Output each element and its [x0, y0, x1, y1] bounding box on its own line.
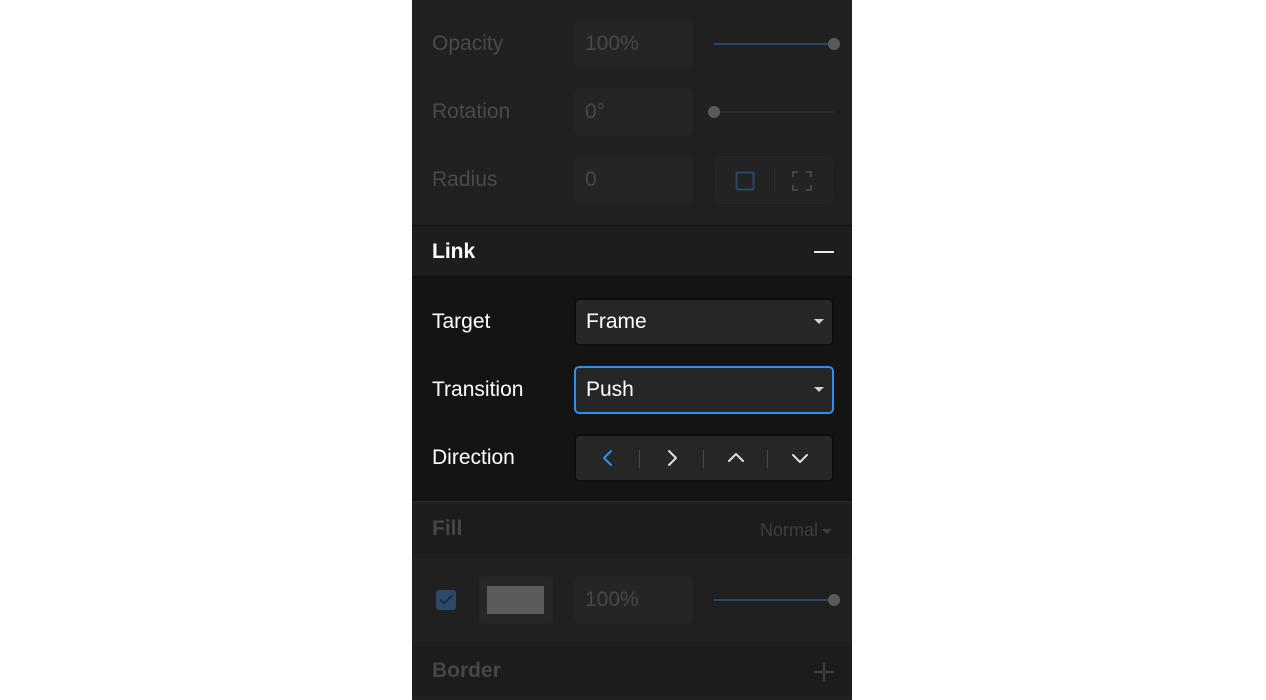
opacity-input[interactable]: 100%	[575, 20, 693, 68]
checkmark-icon	[439, 594, 453, 605]
opacity-row: Opacity 100%	[412, 20, 852, 68]
radius-value: 0	[585, 168, 597, 191]
direction-segmented-control	[574, 434, 834, 482]
target-row: Target Frame	[412, 298, 852, 346]
individual-corners-icon[interactable]	[790, 169, 814, 193]
radius-row: Radius 0	[412, 156, 852, 204]
transition-row: Transition Push	[412, 366, 852, 414]
radius-label: Radius	[432, 168, 498, 191]
border-section-header[interactable]: Border	[412, 646, 852, 696]
target-select-value: Frame	[586, 310, 647, 333]
transition-select[interactable]: Push	[574, 366, 834, 414]
target-label: Target	[432, 310, 491, 333]
fill-section-header[interactable]: Fill Normal	[412, 504, 852, 554]
caret-down-icon	[814, 319, 824, 324]
fill-opacity-slider[interactable]	[714, 594, 840, 606]
opacity-label: Opacity	[432, 32, 504, 55]
fill-enabled-checkbox[interactable]	[436, 590, 456, 610]
transition-select-value: Push	[586, 378, 634, 401]
link-section-title: Link	[432, 240, 476, 263]
fill-opacity-input[interactable]: 100%	[575, 576, 693, 624]
properties-panel: Opacity 100% Rotation 0° Radius 0 Link T…	[412, 0, 852, 700]
caret-down-icon	[822, 528, 832, 534]
blend-mode-select[interactable]: Normal	[760, 504, 832, 556]
rotation-input[interactable]: 0°	[575, 88, 693, 136]
opacity-slider-knob[interactable]	[828, 38, 840, 50]
border-section-title: Border	[432, 659, 501, 682]
rotation-value: 0°	[585, 100, 606, 123]
chevron-right-icon[interactable]	[640, 436, 704, 480]
radius-mode-toggle	[715, 156, 833, 204]
radius-input[interactable]: 0	[575, 156, 693, 204]
opacity-slider[interactable]	[714, 38, 840, 50]
fill-section-title: Fill	[432, 517, 463, 540]
square-corners-icon[interactable]	[733, 169, 757, 193]
caret-down-icon	[814, 387, 824, 392]
fill-row: 100%	[412, 576, 852, 624]
plus-icon[interactable]	[814, 662, 834, 682]
rotation-slider-track	[714, 111, 834, 113]
link-section-header[interactable]: Link	[412, 225, 852, 277]
chevron-up-icon[interactable]	[704, 436, 768, 480]
transition-label: Transition	[432, 378, 524, 401]
chevron-left-icon[interactable]	[576, 436, 640, 480]
fill-color-preview	[487, 586, 544, 614]
fill-color-swatch[interactable]	[479, 576, 553, 624]
target-select[interactable]: Frame	[574, 298, 834, 346]
rotation-label: Rotation	[432, 100, 511, 123]
chevron-down-icon[interactable]	[768, 436, 832, 480]
rotation-slider[interactable]	[708, 106, 834, 118]
minus-icon[interactable]	[814, 251, 834, 253]
fill-slider-knob[interactable]	[828, 594, 840, 606]
fill-opacity-value: 100%	[585, 588, 639, 611]
fill-slider-fill	[714, 599, 834, 601]
opacity-slider-fill	[714, 43, 834, 45]
link-section-body: Target Frame Transition Push Direction	[412, 277, 852, 502]
rotation-row: Rotation 0°	[412, 88, 852, 136]
opacity-value: 100%	[585, 32, 639, 55]
radius-toggle-divider	[774, 167, 775, 193]
blend-mode-value: Normal	[759, 520, 818, 540]
direction-label: Direction	[432, 446, 515, 469]
rotation-slider-knob[interactable]	[708, 106, 720, 118]
